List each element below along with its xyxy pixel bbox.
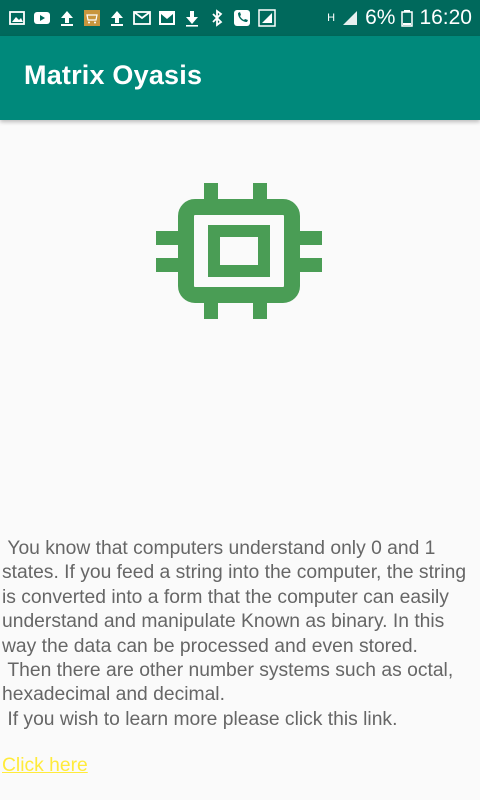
bluetooth-icon <box>208 9 226 27</box>
youtube-icon <box>33 9 51 27</box>
battery-percent: 6% <box>365 6 396 29</box>
phone-icon <box>233 9 251 27</box>
app-title: Matrix Oyasis <box>24 60 203 90</box>
battery-icon <box>401 9 414 27</box>
click-here-link[interactable]: Click here <box>2 754 88 778</box>
mail-icon <box>133 9 151 27</box>
description-text: You know that computers understand only … <box>2 538 467 730</box>
image-icon <box>8 9 26 27</box>
signal-box-icon <box>258 9 276 27</box>
network-type: H <box>327 12 336 24</box>
status-bar: H 6% 16:20 <box>0 0 480 36</box>
upload-icon <box>58 9 76 27</box>
upload-icon <box>108 9 126 27</box>
download-icon <box>183 9 201 27</box>
notification-icons <box>8 9 276 27</box>
gmail-icon <box>158 9 176 27</box>
app-bar: Matrix Oyasis <box>0 36 480 120</box>
signal-icon <box>341 9 359 27</box>
shop-icon <box>83 9 101 27</box>
clock: 16:20 <box>419 6 472 29</box>
chip-icon <box>156 183 322 319</box>
